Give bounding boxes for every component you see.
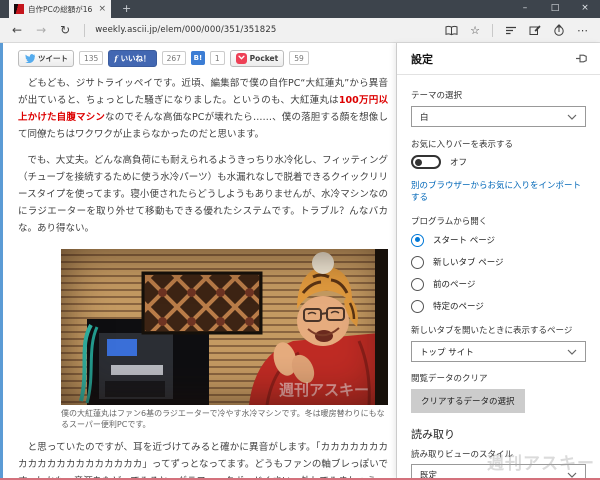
theme-label: テーマの選択 [411, 91, 463, 101]
social-share-row: ツイート 135 f いいね！ 267 B! 1 Pocket 59 [18, 49, 388, 67]
open-with-label: プログラムから開く [411, 217, 488, 227]
address-bar[interactable]: weekly.ascii.jp/elem/000/000/351/351825 [95, 25, 276, 35]
chevron-down-icon [567, 114, 577, 120]
pocket-label: Pocket [249, 53, 279, 63]
settings-pane: 設定 テーマの選択 白 お気に入りバーを表示する オフ 別のブラウザーからお気に… [396, 43, 600, 480]
chevron-down-icon [567, 349, 577, 355]
toolbar-separator [492, 23, 493, 37]
paragraph-text: どもども、ジサトライッペイです。近頃、編集部で僕の自作PC“大紅蓮丸”から異音が… [18, 78, 388, 106]
facebook-f-icon: f [114, 53, 118, 63]
chevron-down-icon [567, 472, 577, 478]
forward-icon[interactable]: → [36, 23, 46, 37]
photo-vignette [61, 249, 388, 405]
back-icon[interactable]: ← [12, 23, 22, 37]
new-tab-button[interactable]: + [111, 0, 142, 18]
radio-label: 前のページ [433, 280, 476, 290]
pocket-button[interactable]: Pocket [229, 49, 285, 67]
browser-tab[interactable]: 自作PCの総額が160万円 × [9, 0, 111, 18]
new-tab-page-label: 新しいタブを開いたときに表示するページ [411, 326, 573, 336]
pocket-icon [235, 52, 247, 64]
new-tab-page-value: トップ サイト [420, 347, 474, 358]
article-paragraph-2: でも、大丈夫。どんな高負荷にも耐えられるようきっちり水冷化し、フィッティング（チ… [18, 155, 388, 234]
tweet-button[interactable]: ツイート [18, 49, 74, 67]
hatena-bookmark-button[interactable]: B! [190, 51, 205, 65]
settings-title: 設定 [411, 52, 433, 66]
radio-icon[interactable] [411, 299, 424, 313]
pocket-count: 59 [289, 51, 309, 65]
radio-label: 新しいタブ ページ [433, 258, 504, 268]
radio-icon[interactable] [411, 277, 424, 291]
close-button[interactable]: × [570, 0, 600, 18]
favorites-bar-toggle[interactable] [411, 155, 441, 169]
twitter-bird-icon [25, 54, 35, 63]
toolbar-separator [84, 23, 86, 37]
hatena-count: 1 [209, 51, 225, 65]
minimize-button[interactable]: – [510, 0, 540, 18]
like-count: 267 [161, 51, 186, 65]
reading-view-style-label: 読み取りビューのスタイル [411, 450, 514, 460]
theme-dropdown[interactable]: 白 [411, 106, 586, 127]
tweet-label: ツイート [38, 53, 68, 63]
site-favicon-icon [14, 4, 24, 14]
window-controls: – □ × [510, 0, 600, 18]
article-photo: 週刊アスキー 僕の大紅蓮丸はファン6基のラジエーターで冷やす水冷マシンです。冬は… [61, 249, 388, 430]
facebook-like-button[interactable]: f いいね！ [108, 49, 157, 67]
radio-icon[interactable] [411, 255, 424, 269]
reading-section-title: 読み取り [411, 428, 455, 441]
window-left-edge [0, 43, 3, 478]
titlebar: 自作PCの総額が160万円 × + – □ × [0, 0, 600, 18]
refresh-icon[interactable]: ↻ [60, 23, 70, 37]
tweet-count: 135 [79, 51, 104, 65]
radio-option-new-tab-page[interactable]: 新しいタブ ページ [411, 255, 586, 269]
article-column: ツイート 135 f いいね！ 267 B! 1 Pocket 59 どもども、… [3, 43, 396, 478]
choose-what-to-clear-button[interactable]: クリアするデータの選択 [411, 389, 525, 413]
favorites-bar-label: お気に入りバーを表示する [411, 140, 514, 150]
browser-toolbar: ← → ↻ weekly.ascii.jp/elem/000/000/351/3… [0, 18, 600, 43]
radio-option-previous-page[interactable]: 前のページ [411, 277, 586, 291]
toolbar-right-icons: ☆ ⋯ [445, 23, 588, 37]
tab-close-icon[interactable]: × [96, 4, 106, 14]
photo-man-with-pc: 週刊アスキー [61, 249, 388, 405]
photo-caption: 僕の大紅蓮丸はファン6基のラジエーターで冷やす水冷マシンです。冬は暖房替わりにも… [61, 409, 385, 429]
new-tab-page-dropdown[interactable]: トップ サイト [411, 341, 586, 362]
pin-pane-icon[interactable] [575, 49, 588, 68]
clear-browsing-data-label: 閲覧データのクリア [411, 374, 488, 384]
share-icon[interactable] [553, 24, 565, 36]
like-label: いいね！ [120, 53, 151, 63]
favorites-bar-toggle-row: オフ [411, 155, 586, 169]
favorites-star-icon[interactable]: ☆ [470, 25, 480, 36]
tab-title: 自作PCの総額が160万円 [28, 4, 93, 14]
maximize-button[interactable]: □ [540, 0, 570, 18]
radio-option-specific-page[interactable]: 特定のページ [411, 299, 586, 313]
web-note-icon[interactable] [529, 24, 541, 36]
radio-label: 特定のページ [433, 302, 484, 312]
hub-icon[interactable] [505, 25, 517, 36]
radio-selected-icon[interactable] [411, 233, 424, 247]
photo-dark-edge [375, 249, 388, 405]
browser-window: 自作PCの総額が160万円 × + – □ × ← → ↻ weekly.asc… [0, 0, 600, 480]
radio-label: スタート ページ [433, 236, 496, 246]
toggle-knob [415, 158, 422, 166]
toggle-state-label: オフ [450, 158, 468, 168]
article-paragraph-1: どもども、ジサトライッペイです。近頃、編集部で僕の自作PC“大紅蓮丸”から異音が… [18, 75, 388, 143]
radio-option-start-page[interactable]: スタート ページ [411, 233, 586, 247]
theme-value: 白 [420, 112, 429, 123]
import-favorites-link[interactable]: 別のブラウザーからお気に入りをインポートする [411, 180, 586, 204]
settings-header: 設定 [397, 43, 600, 75]
content-area: ツイート 135 f いいね！ 267 B! 1 Pocket 59 どもども、… [0, 43, 600, 480]
article-paragraph-3: と思っていたのですが、耳を近づけてみると確かに異音がします。「カカカカカカカカカ… [18, 442, 388, 478]
more-options-icon[interactable]: ⋯ [577, 25, 588, 36]
reading-view-icon[interactable] [445, 25, 458, 36]
